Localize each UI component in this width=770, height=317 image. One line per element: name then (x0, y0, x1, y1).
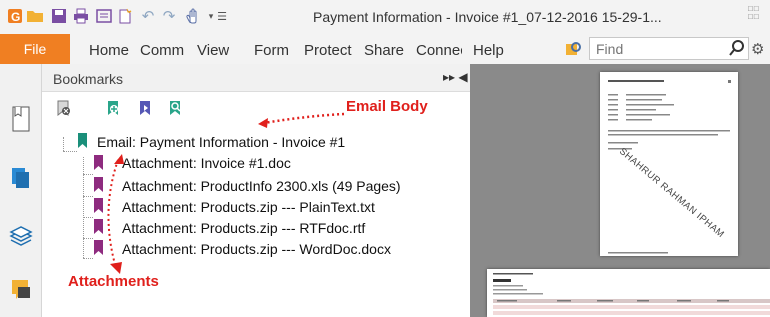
menu-protect[interactable]: Protect (304, 42, 352, 59)
bookmarks-panel: Email: Payment Information - Invoice #1 … (42, 92, 470, 317)
tree-connector (83, 238, 93, 239)
restore-icon[interactable]: □□ □□ (748, 5, 760, 21)
menu-view[interactable]: View (197, 42, 229, 59)
bookmarks-header: Bookmarks ▸▸ ◀ (42, 64, 470, 92)
report-page-content (493, 273, 770, 315)
menu-form[interactable]: Form (254, 42, 289, 59)
email-body-arrow-icon (258, 112, 345, 128)
settings-gear-icon[interactable]: ⚙ (751, 40, 764, 58)
bookmark-label: Attachment: Invoice #1.doc (122, 155, 291, 171)
undo-icon[interactable]: ↶ (139, 7, 157, 25)
customize-toolbar-icon[interactable]: ☰ (213, 7, 231, 25)
app-logo-icon: G (6, 7, 24, 25)
svg-text:G: G (11, 10, 20, 24)
attachments-arrow-icon (107, 154, 124, 274)
window-title: Payment Information - Invoice #1_07-12-2… (313, 9, 662, 25)
search-icon[interactable] (729, 39, 745, 60)
bookmark-label: Attachment: Products.zip --- WordDoc.doc… (122, 241, 391, 257)
menu-bar: File Home Comm View Form Protect Share C… (0, 34, 770, 64)
bookmark-label: Attachment: Products.zip --- PlainText.t… (122, 199, 375, 215)
tree-connector (83, 217, 93, 218)
bookmarks-panel-icon[interactable] (0, 106, 42, 132)
layers-panel-icon[interactable] (0, 224, 42, 246)
menu-home[interactable]: Home (89, 42, 129, 59)
title-bar: G ↶ ↷ ▾ ☰ Payment Information - Invoice … (0, 0, 770, 34)
find-field[interactable] (589, 37, 749, 60)
tree-connector (63, 137, 64, 151)
hand-tool-icon[interactable] (183, 7, 201, 25)
new-icon[interactable] (116, 7, 134, 25)
expand-bookmark-icon[interactable] (138, 100, 152, 119)
email-body-annotation: Email Body (346, 98, 428, 115)
tree-connector (83, 174, 93, 175)
menu-file[interactable]: File (0, 34, 70, 64)
delete-bookmark-icon[interactable] (56, 100, 70, 119)
save-icon[interactable] (50, 7, 68, 25)
bookmark-label: Attachment: ProductInfo 2300.xls (49 Pag… (122, 178, 401, 194)
menu-help[interactable]: Help (473, 42, 504, 59)
document-page-report (487, 269, 770, 317)
menu-comment[interactable]: Comm (140, 42, 184, 59)
tree-connector (83, 196, 93, 197)
find-input[interactable] (590, 38, 710, 59)
add-bookmark-icon[interactable] (106, 100, 120, 119)
comments-panel-icon[interactable] (0, 278, 42, 302)
menu-share[interactable]: Share (364, 42, 404, 59)
collapse-panel-icon[interactable]: ▸▸ ◀ (443, 70, 468, 84)
bookmarks-title: Bookmarks (53, 71, 124, 87)
open-folder-icon[interactable] (26, 7, 44, 25)
tree-connector (83, 157, 84, 258)
tree-connector (83, 258, 93, 259)
redo-icon[interactable]: ↷ (160, 7, 178, 25)
pages-panel-icon[interactable] (0, 166, 42, 190)
tag-bookmark-icon[interactable] (168, 100, 182, 119)
document-page: SHAHRUR RAHMAN IPHAM (600, 72, 738, 256)
bookmark-label: Attachment: Products.zip --- RTFdoc.rtf (122, 220, 366, 236)
tree-connector (63, 151, 77, 152)
bookmark-label: Email: Payment Information - Invoice #1 (97, 134, 346, 150)
find-options-icon[interactable] (565, 41, 583, 60)
document-view[interactable]: SHAHRUR RAHMAN IPHAM (470, 64, 770, 317)
properties-icon[interactable] (95, 7, 113, 25)
print-icon[interactable] (72, 7, 90, 25)
bookmark-teal-icon (78, 133, 87, 148)
menu-connect[interactable]: Connec (416, 42, 462, 59)
navigation-rail (0, 64, 42, 317)
